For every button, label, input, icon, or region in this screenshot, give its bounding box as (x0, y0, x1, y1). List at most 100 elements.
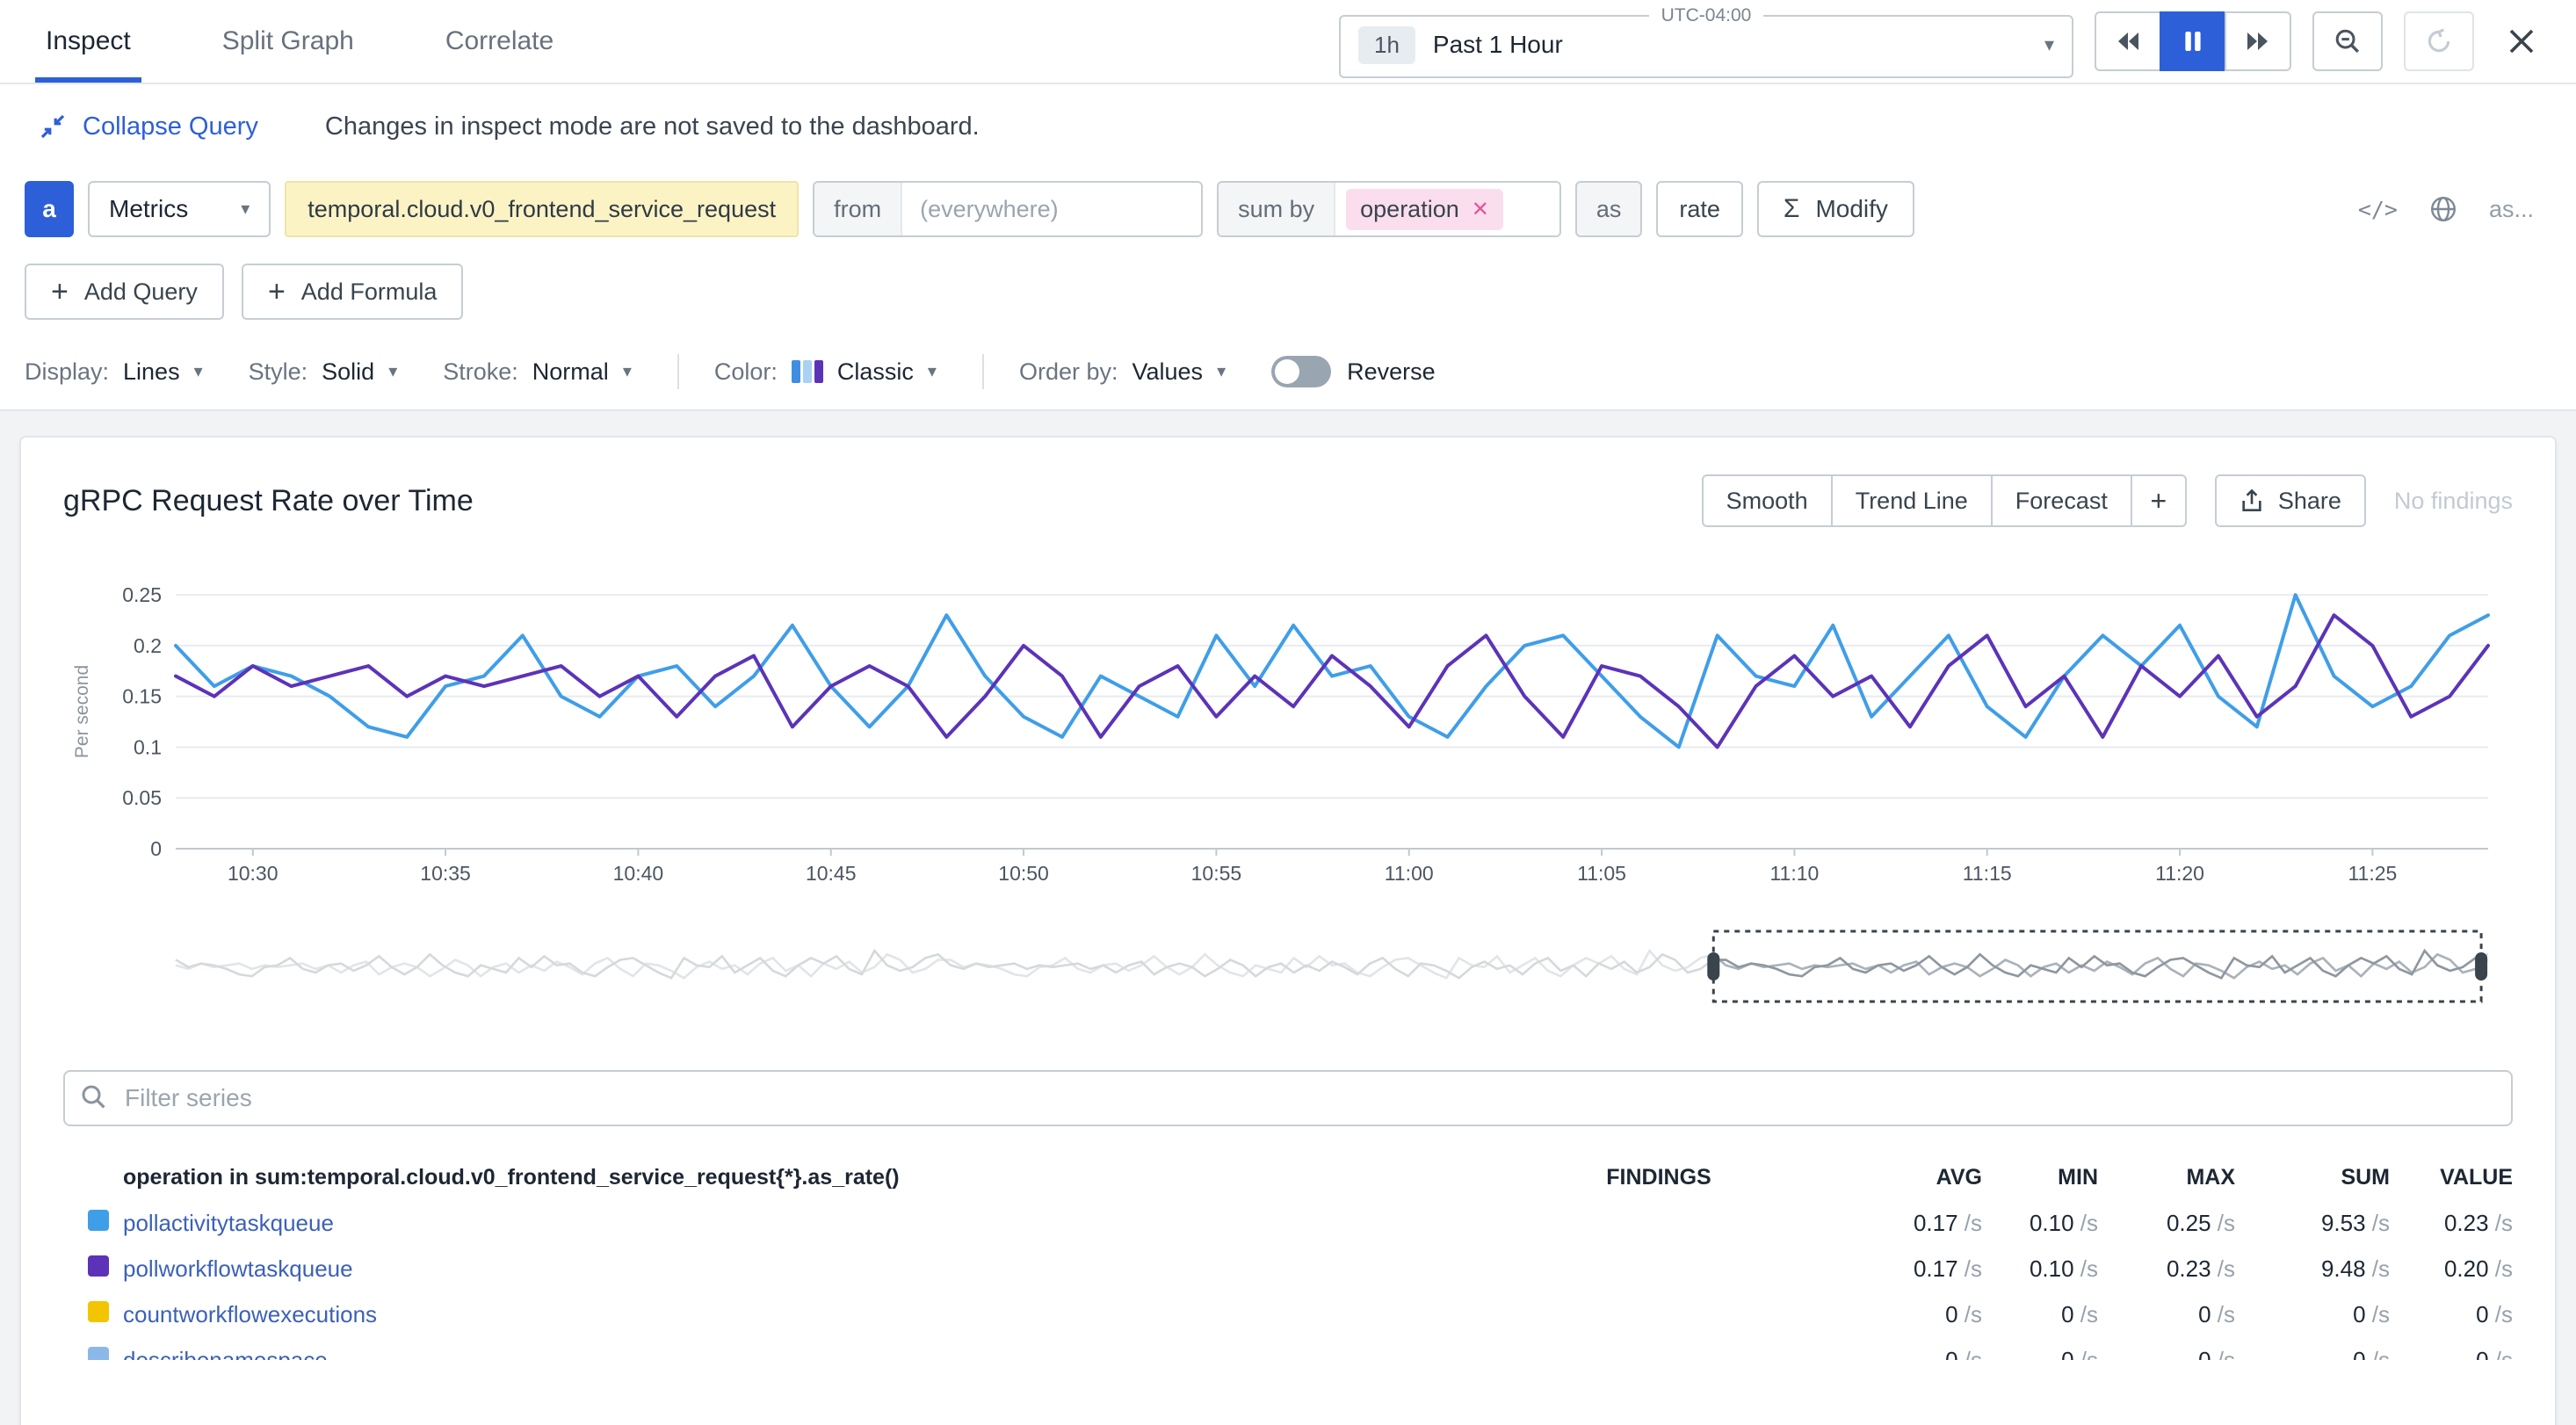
inspect-mode-message: Changes in inspect mode are not saved to… (325, 112, 980, 141)
graph-toolbar: Smooth Trend Line Forecast + Share No fi… (1702, 474, 2513, 527)
zoom-out-button[interactable] (2312, 11, 2383, 71)
avg-column-header[interactable]: AVG (1834, 1165, 1982, 1190)
x-axis-tick-label: 11:05 (1577, 862, 1626, 885)
value-column-header[interactable]: VALUE (2390, 1165, 2513, 1190)
notice-row: Collapse Query Changes in inspect mode a… (0, 84, 2576, 169)
group-by-tag[interactable]: operation ✕ (1346, 189, 1503, 230)
style-select[interactable]: Solid ▾ (322, 358, 397, 386)
playback-controls (2095, 11, 2291, 71)
smooth-button[interactable]: Smooth (1702, 474, 1833, 527)
add-formula-label: Add Formula (301, 278, 438, 306)
order-by-select[interactable]: Values ▾ (1132, 358, 1226, 386)
plus-icon: + (51, 277, 69, 307)
x-axis-tick-label: 11:25 (2348, 862, 2397, 885)
color-palette-select[interactable]: Classic ▾ (792, 358, 937, 386)
legend-row[interactable]: pollactivitytaskqueue0.17 /s0.10 /s0.25 … (63, 1200, 2513, 1246)
data-source-select[interactable]: Metrics ▾ (88, 181, 271, 237)
y-axis-tick-label: 0.2 (134, 634, 162, 657)
divider (982, 354, 984, 389)
stat-value: 0.20 /s (2390, 1255, 2513, 1283)
code-view-icon[interactable]: </> (2358, 197, 2398, 222)
pause-button[interactable] (2160, 11, 2226, 71)
series-swatch[interactable] (88, 1210, 109, 1231)
x-axis-tick-label: 10:40 (613, 862, 664, 885)
series-swatch[interactable] (88, 1347, 109, 1361)
as-more-link[interactable]: as... (2489, 196, 2534, 223)
series-name-link[interactable]: pollactivitytaskqueue (123, 1210, 1483, 1237)
tab-inspect[interactable]: Inspect (46, 0, 131, 83)
mode-tabs: Inspect Split Graph Correlate (46, 0, 554, 83)
stat-value: 0 /s (2390, 1301, 2513, 1328)
plus-icon: + (268, 277, 286, 307)
metric-name-field[interactable]: temporal.cloud.v0_frontend_service_reque… (285, 181, 799, 237)
query-expression-header: operation in sum:temporal.cloud.v0_front… (123, 1165, 1483, 1190)
collapse-query-link[interactable]: Collapse Query (39, 112, 258, 141)
skip-forward-button[interactable] (2225, 11, 2291, 71)
metric-name: temporal.cloud.v0_frontend_service_reque… (308, 196, 776, 223)
y-axis-title: Per second (72, 665, 92, 758)
chart-canvas[interactable]: 00.050.10.150.20.2510:3010:3510:4010:451… (63, 564, 2513, 908)
x-axis-tick-label: 11:00 (1385, 862, 1434, 885)
share-button[interactable]: Share (2215, 474, 2366, 527)
series-swatch[interactable] (88, 1255, 109, 1277)
trend-line-button[interactable]: Trend Line (1831, 474, 1993, 527)
time-range-picker[interactable]: UTC-04:00 1h Past 1 Hour ▾ (1339, 5, 2073, 78)
findings-column-header: FINDINGS (1483, 1165, 1834, 1190)
stat-value: 0 /s (2390, 1347, 2513, 1361)
add-analysis-button[interactable]: + (2131, 474, 2187, 527)
globe-icon[interactable] (2429, 195, 2457, 223)
series-name-link[interactable]: countworkflowexecutions (123, 1301, 1483, 1328)
chevron-down-icon: ▾ (2044, 35, 2054, 54)
stroke-select[interactable]: Normal ▾ (532, 358, 632, 386)
legend-row[interactable]: pollworkflowtaskqueue0.17 /s0.10 /s0.23 … (63, 1246, 2513, 1291)
min-column-header[interactable]: MIN (1982, 1165, 2098, 1190)
legend-row[interactable]: describenamespace0 /s0 /s0 /s0 /s0 /s (63, 1337, 2513, 1360)
series-line-pollactivitytaskqueue[interactable] (176, 595, 2488, 747)
series-swatch[interactable] (88, 1301, 109, 1322)
brush-handle-left[interactable] (1707, 952, 1719, 980)
skip-back-button[interactable] (2095, 11, 2161, 71)
forecast-button[interactable]: Forecast (1991, 474, 2132, 527)
sum-column-header[interactable]: SUM (2235, 1165, 2390, 1190)
timeline-minimap[interactable] (63, 926, 2513, 1007)
y-axis-tick-label: 0.25 (122, 583, 162, 606)
skip-forward-icon (2246, 31, 2270, 52)
legend-row[interactable]: countworkflowexecutions0 /s0 /s0 /s0 /s0… (63, 1291, 2513, 1337)
rate-value: rate (1679, 196, 1720, 223)
add-query-button[interactable]: + Add Query (25, 264, 224, 320)
filter-series-input[interactable] (63, 1070, 2513, 1126)
chevron-down-icon: ▾ (1217, 363, 1226, 380)
tab-split-graph[interactable]: Split Graph (222, 0, 354, 83)
add-formula-button[interactable]: + Add Formula (242, 264, 463, 320)
stat-avg: 0.17 /s (1834, 1210, 1982, 1237)
series-name-link[interactable]: pollworkflowtaskqueue (123, 1255, 1483, 1283)
close-button[interactable] (2495, 11, 2548, 71)
y-axis-tick-label: 0.05 (122, 786, 162, 809)
time-range-row: 1h Past 1 Hour ▾ (1358, 26, 2054, 64)
series-filter (63, 1070, 2513, 1126)
display-type-select[interactable]: Lines ▾ (123, 358, 203, 386)
brush-handle-right[interactable] (2475, 952, 2487, 980)
remove-tag-icon[interactable]: ✕ (1472, 197, 1489, 222)
color-label: Color: (714, 358, 778, 386)
x-axis-tick-label: 10:35 (420, 862, 471, 885)
group-by-group: sum by operation ✕ (1217, 181, 1561, 237)
series-name-link[interactable]: describenamespace (123, 1347, 1483, 1361)
minimap-canvas[interactable] (63, 926, 2513, 1007)
undo-button[interactable] (2404, 11, 2474, 71)
reverse-toggle[interactable] (1271, 356, 1331, 387)
timeseries-chart[interactable]: 00.050.10.150.20.2510:3010:3510:4010:451… (63, 564, 2513, 908)
x-axis-tick-label: 10:55 (1191, 862, 1242, 885)
group-by-add-area[interactable] (1514, 183, 1559, 235)
rate-selector[interactable]: rate (1656, 181, 1743, 237)
stat-min: 0 /s (1982, 1301, 2098, 1328)
from-scope-input[interactable] (902, 183, 1201, 235)
max-column-header[interactable]: MAX (2098, 1165, 2235, 1190)
tab-correlate[interactable]: Correlate (445, 0, 554, 83)
modify-button[interactable]: Σ Modify (1757, 181, 1914, 237)
legend-table-header: operation in sum:temporal.cloud.v0_front… (63, 1154, 2513, 1200)
stat-avg: 0 /s (1834, 1347, 1982, 1361)
group-by-tags: operation ✕ (1335, 183, 1514, 235)
stroke-label: Stroke: (443, 358, 518, 386)
pause-icon (2182, 30, 2204, 53)
